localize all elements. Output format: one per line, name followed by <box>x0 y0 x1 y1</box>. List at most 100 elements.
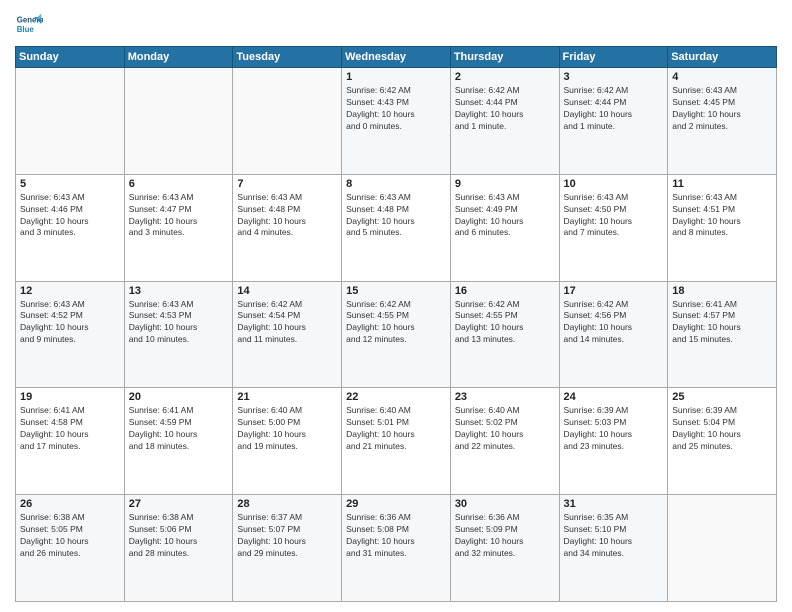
calendar-cell: 29 Sunrise: 6:36 AM Sunset: 5:08 PM Dayli… <box>342 495 451 602</box>
day-info: Sunrise: 6:40 AM Sunset: 5:00 PM Dayligh… <box>237 405 337 453</box>
calendar-cell: 8Sunrise: 6:43 AM Sunset: 4:48 PM Daylig… <box>342 174 451 281</box>
week-row-1: 1Sunrise: 6:42 AM Sunset: 4:43 PM Daylig… <box>16 68 777 175</box>
day-number: 19 <box>20 391 120 403</box>
day-number: 8 <box>346 178 446 190</box>
day-number: 21 <box>237 391 337 403</box>
day-number: 4 <box>672 71 772 83</box>
day-number: 23 <box>455 391 555 403</box>
day-info: Sunrise: 6:36 AM Sunset: 5:09 PM Dayligh… <box>455 512 555 560</box>
day-number: 29 <box>346 498 446 510</box>
calendar-header: SundayMondayTuesdayWednesdayThursdayFrid… <box>16 47 777 68</box>
day-info: Sunrise: 6:36 AM Sunset: 5:08 PM Dayligh… <box>346 512 446 560</box>
day-number: 22 <box>346 391 446 403</box>
day-info: Sunrise: 6:42 AM Sunset: 4:55 PM Dayligh… <box>346 299 446 347</box>
calendar-cell: 12 Sunrise: 6:43 AM Sunset: 4:52 PM Dayli… <box>16 281 125 388</box>
weekday-header-thursday: Thursday <box>450 47 559 68</box>
day-number: 14 <box>237 285 337 297</box>
calendar-cell <box>16 68 125 175</box>
day-number: 25 <box>672 391 772 403</box>
day-number: 1 <box>346 71 446 83</box>
day-info: Sunrise: 6:37 AM Sunset: 5:07 PM Dayligh… <box>237 512 337 560</box>
weekday-header-sunday: Sunday <box>16 47 125 68</box>
day-number: 7 <box>237 178 337 190</box>
calendar-cell: 30 Sunrise: 6:36 AM Sunset: 5:09 PM Dayli… <box>450 495 559 602</box>
weekday-header-monday: Monday <box>124 47 233 68</box>
day-info: Sunrise: 6:39 AM Sunset: 5:03 PM Dayligh… <box>564 405 664 453</box>
calendar-cell: 22 Sunrise: 6:40 AM Sunset: 5:01 PM Dayli… <box>342 388 451 495</box>
calendar-cell <box>668 495 777 602</box>
calendar-cell: 28 Sunrise: 6:37 AM Sunset: 5:07 PM Dayli… <box>233 495 342 602</box>
calendar-cell: 26 Sunrise: 6:38 AM Sunset: 5:05 PM Dayli… <box>16 495 125 602</box>
day-number: 12 <box>20 285 120 297</box>
calendar-cell: 20Sunrise: 6:41 AM Sunset: 4:59 PM Dayli… <box>124 388 233 495</box>
day-number: 27 <box>129 498 229 510</box>
day-info: Sunrise: 6:39 AM Sunset: 5:04 PM Dayligh… <box>672 405 772 453</box>
calendar-cell <box>233 68 342 175</box>
day-number: 18 <box>672 285 772 297</box>
weekday-header-friday: Friday <box>559 47 668 68</box>
week-row-4: 19 Sunrise: 6:41 AM Sunset: 4:58 PM Dayli… <box>16 388 777 495</box>
header: General Blue <box>15 10 777 38</box>
day-info: Sunrise: 6:43 AM Sunset: 4:51 PM Dayligh… <box>672 192 772 240</box>
calendar-cell: 9Sunrise: 6:43 AM Sunset: 4:49 PM Daylig… <box>450 174 559 281</box>
calendar-cell: 24Sunrise: 6:39 AM Sunset: 5:03 PM Dayli… <box>559 388 668 495</box>
day-info: Sunrise: 6:43 AM Sunset: 4:47 PM Dayligh… <box>129 192 229 240</box>
calendar-cell: 25 Sunrise: 6:39 AM Sunset: 5:04 PM Dayli… <box>668 388 777 495</box>
day-info: Sunrise: 6:35 AM Sunset: 5:10 PM Dayligh… <box>564 512 664 560</box>
logo: General Blue <box>15 10 47 38</box>
calendar-cell: 6 Sunrise: 6:43 AM Sunset: 4:47 PM Daylig… <box>124 174 233 281</box>
day-info: Sunrise: 6:42 AM Sunset: 4:44 PM Dayligh… <box>455 85 555 133</box>
day-info: Sunrise: 6:43 AM Sunset: 4:45 PM Dayligh… <box>672 85 772 133</box>
day-number: 28 <box>237 498 337 510</box>
day-info: Sunrise: 6:41 AM Sunset: 4:57 PM Dayligh… <box>672 299 772 347</box>
calendar-cell: 1Sunrise: 6:42 AM Sunset: 4:43 PM Daylig… <box>342 68 451 175</box>
calendar-cell: 11Sunrise: 6:43 AM Sunset: 4:51 PM Dayli… <box>668 174 777 281</box>
calendar-cell: 5 Sunrise: 6:43 AM Sunset: 4:46 PM Daylig… <box>16 174 125 281</box>
calendar-table: SundayMondayTuesdayWednesdayThursdayFrid… <box>15 46 777 602</box>
calendar-cell: 23 Sunrise: 6:40 AM Sunset: 5:02 PM Dayli… <box>450 388 559 495</box>
calendar-cell: 7 Sunrise: 6:43 AM Sunset: 4:48 PM Daylig… <box>233 174 342 281</box>
day-number: 31 <box>564 498 664 510</box>
day-info: Sunrise: 6:41 AM Sunset: 4:58 PM Dayligh… <box>20 405 120 453</box>
calendar-cell: 21 Sunrise: 6:40 AM Sunset: 5:00 PM Dayli… <box>233 388 342 495</box>
day-info: Sunrise: 6:42 AM Sunset: 4:56 PM Dayligh… <box>564 299 664 347</box>
day-info: Sunrise: 6:42 AM Sunset: 4:54 PM Dayligh… <box>237 299 337 347</box>
calendar-cell: 31 Sunrise: 6:35 AM Sunset: 5:10 PM Dayli… <box>559 495 668 602</box>
calendar-cell: 27Sunrise: 6:38 AM Sunset: 5:06 PM Dayli… <box>124 495 233 602</box>
calendar-cell: 2 Sunrise: 6:42 AM Sunset: 4:44 PM Daylig… <box>450 68 559 175</box>
calendar-cell: 18 Sunrise: 6:41 AM Sunset: 4:57 PM Dayli… <box>668 281 777 388</box>
day-number: 6 <box>129 178 229 190</box>
day-info: Sunrise: 6:43 AM Sunset: 4:49 PM Dayligh… <box>455 192 555 240</box>
svg-text:Blue: Blue <box>17 25 35 34</box>
day-info: Sunrise: 6:40 AM Sunset: 5:01 PM Dayligh… <box>346 405 446 453</box>
day-info: Sunrise: 6:42 AM Sunset: 4:44 PM Dayligh… <box>564 85 664 133</box>
calendar-cell: 14 Sunrise: 6:42 AM Sunset: 4:54 PM Dayli… <box>233 281 342 388</box>
day-info: Sunrise: 6:43 AM Sunset: 4:50 PM Dayligh… <box>564 192 664 240</box>
logo-icon: General Blue <box>15 10 43 38</box>
day-info: Sunrise: 6:43 AM Sunset: 4:52 PM Dayligh… <box>20 299 120 347</box>
day-number: 20 <box>129 391 229 403</box>
day-info: Sunrise: 6:40 AM Sunset: 5:02 PM Dayligh… <box>455 405 555 453</box>
day-number: 5 <box>20 178 120 190</box>
calendar-cell: 10 Sunrise: 6:43 AM Sunset: 4:50 PM Dayli… <box>559 174 668 281</box>
calendar-page: General Blue SundayMondayTuesdayWednesda… <box>0 0 792 612</box>
calendar-cell: 13Sunrise: 6:43 AM Sunset: 4:53 PM Dayli… <box>124 281 233 388</box>
day-info: Sunrise: 6:42 AM Sunset: 4:55 PM Dayligh… <box>455 299 555 347</box>
calendar-cell <box>124 68 233 175</box>
day-number: 17 <box>564 285 664 297</box>
weekday-header-row: SundayMondayTuesdayWednesdayThursdayFrid… <box>16 47 777 68</box>
week-row-3: 12 Sunrise: 6:43 AM Sunset: 4:52 PM Dayli… <box>16 281 777 388</box>
calendar-cell: 17 Sunrise: 6:42 AM Sunset: 4:56 PM Dayli… <box>559 281 668 388</box>
day-info: Sunrise: 6:43 AM Sunset: 4:46 PM Dayligh… <box>20 192 120 240</box>
weekday-header-saturday: Saturday <box>668 47 777 68</box>
day-number: 10 <box>564 178 664 190</box>
calendar-cell: 19 Sunrise: 6:41 AM Sunset: 4:58 PM Dayli… <box>16 388 125 495</box>
day-number: 26 <box>20 498 120 510</box>
calendar-body: 1Sunrise: 6:42 AM Sunset: 4:43 PM Daylig… <box>16 68 777 602</box>
weekday-header-tuesday: Tuesday <box>233 47 342 68</box>
day-number: 2 <box>455 71 555 83</box>
day-info: Sunrise: 6:38 AM Sunset: 5:05 PM Dayligh… <box>20 512 120 560</box>
week-row-5: 26 Sunrise: 6:38 AM Sunset: 5:05 PM Dayli… <box>16 495 777 602</box>
day-info: Sunrise: 6:43 AM Sunset: 4:48 PM Dayligh… <box>237 192 337 240</box>
day-number: 30 <box>455 498 555 510</box>
